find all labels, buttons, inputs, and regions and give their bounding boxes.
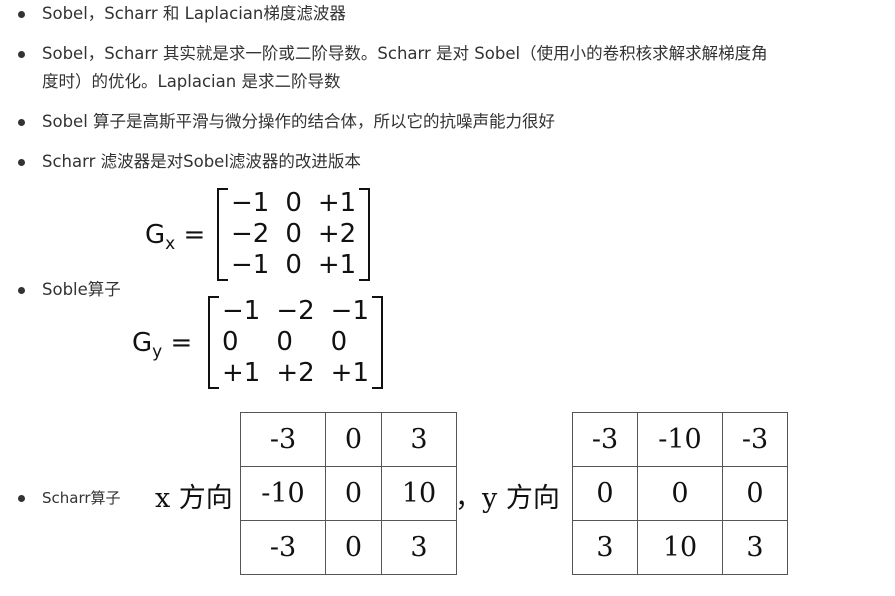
matrix-cell: -10 — [637, 412, 723, 467]
matrix-row: 3 10 3 — [572, 520, 788, 575]
matrix-cell: -10 — [240, 466, 326, 521]
bullet-text: Sobel，Scharr 其实就是求一阶或二阶导数。Scharr 是对 Sobe… — [42, 44, 768, 63]
matrix-row: 0 0 0 — [214, 327, 377, 358]
matrix-row: -3 0 3 — [240, 412, 457, 467]
bullet-item: Sobel，Scharr 其实就是求一阶或二阶导数。Scharr 是对 Sobe… — [18, 40, 768, 68]
matrix-row: +1 +2 +1 — [214, 358, 377, 389]
bullet-icon — [18, 119, 25, 126]
bullet-icon — [18, 51, 25, 58]
matrix-row: −1 −2 −1 — [214, 296, 377, 327]
matrix-cell: +2 — [317, 219, 357, 249]
matrix-cell: +1 — [222, 358, 261, 388]
bullet-text: Sobel 算子是高斯平滑与微分操作的结合体，所以它的抗噪声能力很好 — [42, 112, 556, 131]
matrix-cell: 0 — [285, 219, 302, 249]
matrix-cell: 0 — [325, 412, 382, 467]
matrix-cell: −1 — [222, 296, 261, 326]
bullet-text: Scharr算子 — [42, 489, 121, 507]
matrix-row: −1 0 +1 — [223, 188, 364, 219]
matrix-cell: 0 — [222, 327, 239, 357]
matrix-cell: −2 — [231, 219, 270, 249]
gy-sub: y — [152, 342, 163, 363]
matrix-cell: −1 — [330, 296, 369, 326]
matrix-cell: -3 — [722, 412, 788, 467]
matrix-cell: 0 — [722, 466, 788, 521]
bullet-item: Sobel，Scharr 和 Laplacian梯度滤波器 — [18, 0, 346, 28]
bullet-text: Soble算子 — [42, 280, 121, 299]
bullet-item: Sobel 算子是高斯平滑与微分操作的结合体，所以它的抗噪声能力很好 — [18, 108, 556, 136]
bullet-icon — [18, 287, 25, 294]
matrix-cell: 10 — [637, 520, 723, 575]
bullet-text: Scharr 滤波器是对Sobel滤波器的改进版本 — [42, 152, 361, 171]
matrix-cell: 0 — [572, 466, 638, 521]
bullet-text: Sobel，Scharr 和 Laplacian梯度滤波器 — [42, 4, 346, 23]
matrix-cell: 0 — [637, 466, 723, 521]
bullet-icon — [18, 495, 25, 502]
bullet-item: Scharr 滤波器是对Sobel滤波器的改进版本 — [18, 148, 361, 176]
equals: = — [183, 219, 206, 250]
matrix-cell: 0 — [285, 250, 302, 280]
gy-label: G — [132, 327, 153, 358]
bullet-item: Scharr算子 — [18, 484, 121, 512]
matrix-row: -3 0 3 — [240, 520, 457, 575]
scharr-x-kernel: -3 0 3 -10 0 10 -3 0 3 — [240, 412, 457, 575]
matrix-cell: +1 — [330, 358, 369, 388]
matrix-row: 000 — [572, 466, 788, 521]
scharr-y-kernel: -3 -10 -3 0 0 0 3 10 3 — [572, 412, 788, 575]
equals: = — [170, 327, 193, 358]
matrix-cell: +2 — [276, 358, 315, 388]
matrix-cell: +1 — [317, 188, 357, 218]
matrix-cell: 0 — [276, 327, 293, 357]
matrix-cell: −1 — [231, 188, 270, 218]
matrix-cell: −2 — [276, 296, 315, 326]
matrix-cell: 3 — [381, 520, 457, 575]
matrix-cell: 0 — [285, 188, 302, 218]
matrix-cell: 3 — [381, 412, 457, 467]
matrix-cell: 0 — [330, 327, 348, 357]
matrix-cell: -3 — [240, 412, 326, 467]
bullet-icon — [18, 159, 25, 166]
gx-label: G — [145, 219, 166, 250]
sobel-gx-equation: Gx = −1 0 +1 −2 0 +2 −1 0 +1 — [145, 188, 375, 286]
matrix-cell: 0 — [325, 466, 382, 521]
matrix-cell: 10 — [381, 466, 457, 521]
bullet-item: Soble算子 — [18, 276, 121, 304]
matrix-cell: −1 — [231, 250, 270, 280]
y-direction-label: ，y 方向 — [455, 483, 560, 514]
bullet-icon — [18, 11, 25, 18]
matrix-cell: -3 — [572, 412, 638, 467]
sobel-gy-equation: Gy = −1 −2 −1 0 0 0 +1 +2 +1 — [132, 296, 392, 394]
matrix-row: −1 0 +1 — [223, 250, 364, 281]
matrix-cell: -3 — [240, 520, 326, 575]
x-direction-label: x 方向 — [155, 483, 233, 514]
matrix-row: -3 -10 -3 — [572, 412, 788, 467]
matrix-cell: 3 — [722, 520, 788, 575]
matrix-row: −2 0 +2 — [223, 219, 364, 250]
bullet-item-continuation: 度时）的优化。Laplacian 是求二阶导数 — [42, 68, 340, 96]
gx-sub: x — [165, 234, 176, 255]
matrix-cell: 3 — [572, 520, 638, 575]
matrix-row: -10 0 10 — [240, 466, 457, 521]
matrix-cell: 0 — [325, 520, 382, 575]
matrix-cell: +1 — [317, 250, 357, 280]
gx-matrix: −1 0 +1 −2 0 +2 −1 0 +1 — [217, 188, 371, 281]
gy-matrix: −1 −2 −1 0 0 0 +1 +2 +1 — [208, 296, 383, 389]
bullet-text: 度时）的优化。Laplacian 是求二阶导数 — [42, 72, 341, 91]
